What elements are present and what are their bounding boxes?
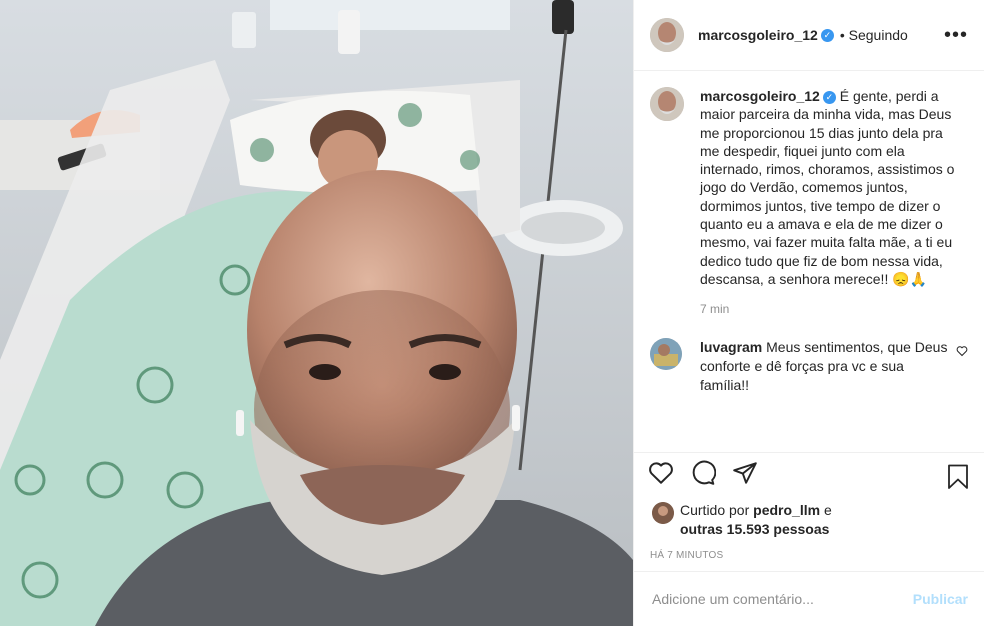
post-sidebar: marcosgoleiro_12 ✓ • Seguindo ••• marcos… (633, 0, 984, 626)
caption-text-block: marcosgoleiro_12 ✓ É gente, perdi a maior… (700, 87, 964, 288)
comment-input[interactable] (650, 590, 913, 608)
likes-count[interactable]: outras 15.593 pessoas (680, 521, 829, 537)
verified-badge-icon: ✓ (822, 90, 836, 104)
caption-timestamp[interactable]: 7 min (700, 302, 964, 316)
liker-username[interactable]: pedro_llm (753, 502, 820, 518)
publish-button[interactable]: Publicar (913, 591, 968, 607)
comment-item: luvagram Meus sentimentos, que Deus conf… (650, 338, 968, 395)
likes-prefix: Curtido por (680, 502, 750, 518)
follow-status[interactable]: • Seguindo (840, 27, 908, 43)
post-header: marcosgoleiro_12 ✓ • Seguindo ••• (634, 0, 984, 71)
caption-body: É gente, perdi a maior parceira da minha… (700, 88, 955, 287)
caption-author-avatar[interactable] (650, 87, 684, 121)
commenter-avatar[interactable] (650, 338, 682, 371)
comment-text-block: luvagram Meus sentimentos, que Deus conf… (700, 338, 955, 395)
like-heart-icon[interactable] (648, 460, 674, 491)
post-photo[interactable] (0, 0, 633, 626)
post-photo-illustration (0, 0, 633, 626)
comment-bubble-icon[interactable] (690, 460, 717, 491)
share-paper-plane-icon[interactable] (732, 460, 758, 491)
liker-avatar[interactable] (652, 502, 674, 524)
author-avatar[interactable] (650, 18, 684, 52)
post-age[interactable]: HÁ 7 MINUTOS (634, 547, 984, 571)
follow-status-label: Seguindo (848, 27, 908, 43)
comment-like-heart-icon[interactable] (956, 344, 968, 362)
action-bar (634, 452, 984, 497)
more-options-icon[interactable]: ••• (944, 24, 968, 47)
save-bookmark-icon[interactable] (946, 464, 970, 495)
caption-author-username[interactable]: marcosgoleiro_12 (700, 88, 820, 104)
likes-text: Curtido por pedro_llm e outras 15.593 pe… (680, 501, 832, 539)
verified-badge-icon: ✓ (820, 28, 834, 42)
post-caption: marcosgoleiro_12 ✓ É gente, perdi a maior… (650, 87, 968, 316)
post-modal: marcosgoleiro_12 ✓ • Seguindo ••• marcos… (0, 0, 984, 626)
add-comment-bar: Publicar (634, 571, 984, 626)
commenter-username[interactable]: luvagram (700, 339, 762, 355)
comments-section: marcosgoleiro_12 ✓ É gente, perdi a maior… (634, 71, 984, 452)
author-username[interactable]: marcosgoleiro_12 (698, 27, 818, 43)
likes-summary: Curtido por pedro_llm e outras 15.593 pe… (634, 497, 984, 547)
likes-and: e (823, 502, 832, 518)
